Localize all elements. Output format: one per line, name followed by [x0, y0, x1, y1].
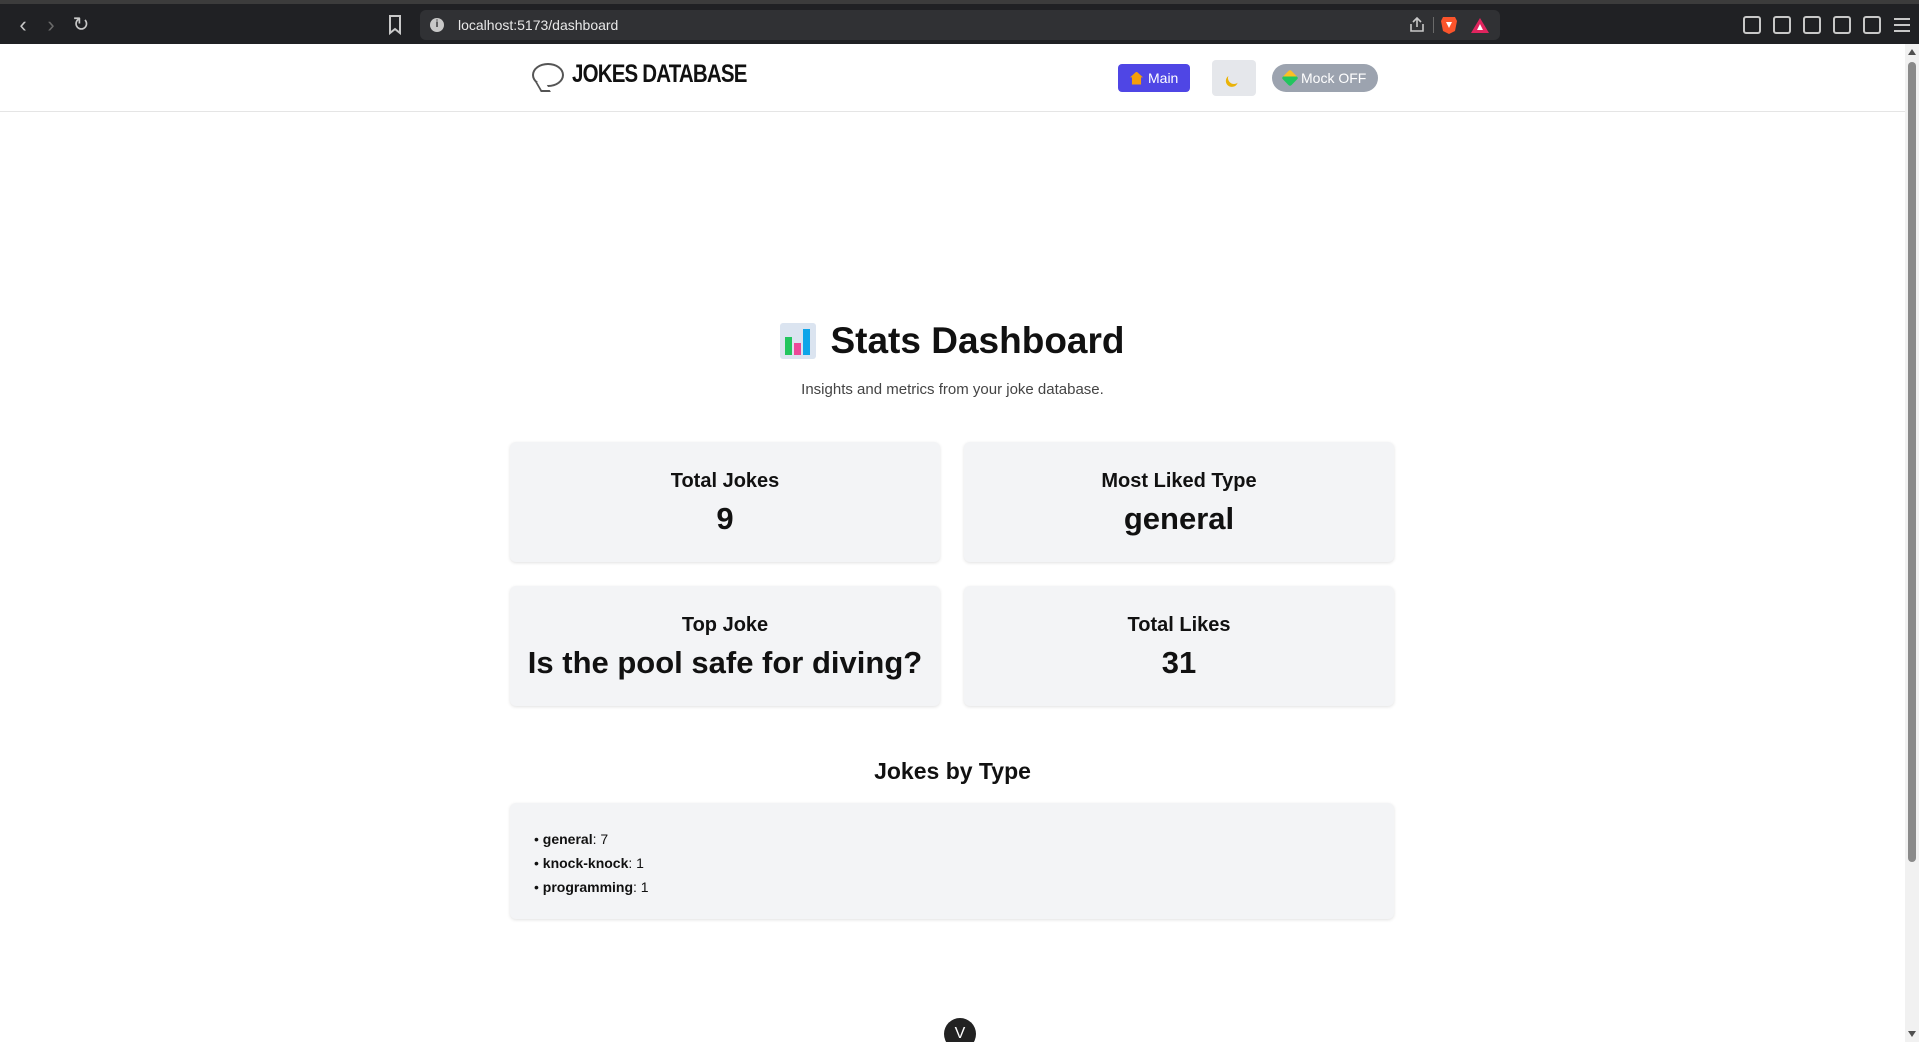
- forward-icon[interactable]: ›: [38, 12, 64, 38]
- list-item: • programming: 1: [534, 879, 649, 895]
- type-name: programming: [542, 879, 634, 895]
- jokes-by-type-list: • general: 7 • knock-knock: 1 • programm…: [510, 803, 1394, 919]
- browser-toolbar: ‹ › ↻ i localhost:5173/dashboard: [0, 0, 1919, 44]
- page-title: Stats Dashboard: [0, 320, 1905, 362]
- stat-card-total-likes: Total Likes 31: [964, 586, 1394, 706]
- scroll-down-icon[interactable]: [1908, 1031, 1916, 1037]
- main-button-label: Main: [1148, 70, 1179, 86]
- address-bar[interactable]: i localhost:5173/dashboard: [420, 10, 1500, 40]
- stat-card-value: 31: [1161, 645, 1197, 680]
- stat-card-label: Most Liked Type: [1101, 470, 1257, 492]
- wallet-icon[interactable]: [1803, 16, 1821, 34]
- menu-icon[interactable]: [1893, 16, 1911, 34]
- mock-toggle-button[interactable]: Mock OFF: [1272, 64, 1379, 92]
- mock-toggle-label: Mock OFF: [1301, 70, 1367, 86]
- share-icon[interactable]: [1408, 16, 1426, 34]
- speech-bubble-icon: [532, 62, 564, 87]
- bookmark-icon[interactable]: [386, 13, 404, 37]
- brave-shield-icon[interactable]: [1440, 15, 1458, 35]
- rewards-icon[interactable]: [1470, 16, 1490, 34]
- stat-card-value: Is the pool safe for diving?: [527, 645, 923, 680]
- sidebar-icon[interactable]: [1773, 16, 1791, 34]
- logo-text: JOKES DATABASE: [572, 60, 747, 88]
- type-count: : 1: [628, 855, 644, 871]
- moon-icon: [1226, 70, 1241, 85]
- scroll-thumb[interactable]: [1908, 62, 1916, 862]
- type-name: general: [542, 831, 593, 847]
- vue-devtools-icon[interactable]: V: [944, 1018, 976, 1042]
- vpn-icon[interactable]: [1863, 16, 1881, 34]
- extensions-icon[interactable]: [1743, 16, 1761, 34]
- stat-card-value: general: [1123, 501, 1235, 536]
- stat-card-label: Top Joke: [681, 614, 769, 636]
- leo-ai-icon[interactable]: [1833, 16, 1851, 34]
- stat-card-value: 9: [716, 501, 734, 536]
- page-scrollbar[interactable]: [1905, 44, 1919, 1042]
- house-icon: [1130, 71, 1143, 85]
- theme-toggle-button[interactable]: [1212, 60, 1256, 96]
- page-title-text: Stats Dashboard: [830, 320, 1125, 361]
- type-name: knock-knock: [542, 855, 629, 871]
- url-divider: [1433, 17, 1434, 33]
- list-item: • general: 7: [534, 831, 609, 847]
- stat-card-top-joke: Top Joke Is the pool safe for diving?: [510, 586, 940, 706]
- brush-icon: [1281, 69, 1299, 87]
- bar-chart-icon: [780, 323, 817, 359]
- stat-card-total-jokes: Total Jokes 9: [510, 442, 940, 562]
- back-icon[interactable]: ‹: [10, 12, 36, 38]
- logo[interactable]: JOKES DATABASE: [532, 60, 785, 89]
- page-subtitle: Insights and metrics from your joke data…: [801, 381, 1104, 398]
- section-title-jokes-by-type: Jokes by Type: [874, 758, 1031, 784]
- site-info-icon[interactable]: i: [430, 18, 444, 32]
- scroll-up-icon[interactable]: [1908, 49, 1916, 55]
- app-header: JOKES DATABASE Main Mock OFF: [0, 44, 1905, 112]
- page-viewport: JOKES DATABASE Main Mock OFF Stats Dashb…: [0, 44, 1905, 1042]
- stat-card-label: Total Jokes: [670, 470, 780, 492]
- type-count: : 7: [592, 831, 609, 847]
- list-item: • knock-knock: 1: [534, 855, 644, 871]
- main-button[interactable]: Main: [1118, 64, 1191, 92]
- stat-card-label: Total Likes: [1127, 614, 1231, 636]
- stat-card-most-liked-type: Most Liked Type general: [964, 442, 1394, 562]
- reload-icon[interactable]: ↻: [68, 12, 94, 38]
- type-count: : 1: [633, 879, 649, 895]
- url-text: localhost:5173/dashboard: [458, 17, 619, 33]
